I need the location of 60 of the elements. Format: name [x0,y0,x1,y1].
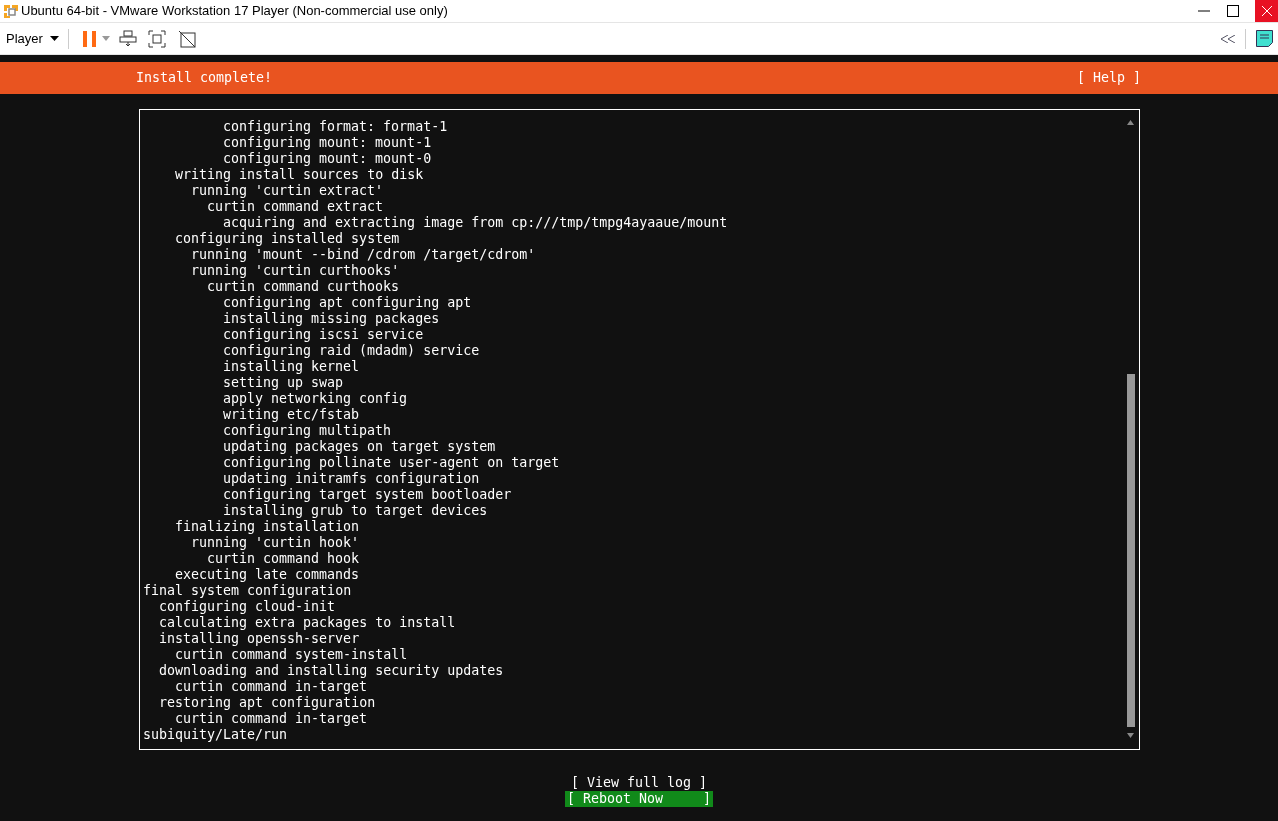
log-line: configuring raid (mdadm) service [223,343,480,359]
log-line: configuring apt configuring apt [223,295,472,311]
log-line: installing openssh-server [159,631,360,647]
maximize-icon[interactable] [1227,5,1239,17]
log-line: acquiring and extracting image from cp:///tmp/tmpg4ayaaue/mount [223,215,728,231]
log-line: curtin command in-target [175,711,368,727]
log-line: finalizing installation [175,519,360,535]
log-line: running 'curtin hook' [191,535,360,551]
log-line: running 'curtin extract' [191,183,384,199]
window-title: Ubuntu 64-bit - VMware Workstation 17 Player (Non-commercial use only) [21,2,448,21]
scroll-down-icon[interactable] [1126,731,1135,740]
close-icon[interactable] [1261,6,1272,16]
log-line: curtin command extract [207,199,384,215]
log-line: configuring cloud-init [159,599,336,615]
log-line: final system configuration [143,583,352,599]
log-line: configuring format: format-1 [223,119,448,135]
log-line: executing late commands [175,567,360,583]
scrollbar[interactable] [1126,118,1135,740]
pause-icon[interactable] [82,30,97,47]
log-line: configuring multipath [223,423,392,439]
scrollbar-thumb[interactable] [1127,374,1135,727]
app-logo-icon [3,3,19,19]
log-line: setting up swap [223,375,344,391]
log-line: restoring apt configuration [159,695,376,711]
log-line: installing missing packages [223,311,440,327]
log-line: configuring mount: mount-1 [223,135,432,151]
log-line: installing grub to target devices [223,503,488,519]
scroll-up-icon[interactable] [1126,118,1135,127]
note-icon[interactable] [1256,30,1273,47]
player-menu[interactable]: Player [6,28,59,49]
log-line: configuring mount: mount-0 [223,151,432,167]
log-line: installing kernel [223,359,360,375]
log-line: calculating extra packages to install [159,615,456,631]
log-line: writing etc/fstab [223,407,360,423]
log-line: downloading and installing security updates [159,663,504,679]
network-icon[interactable] [118,29,137,48]
log-line: updating initramfs configuration [223,471,480,487]
menu-button[interactable]: [ View full log ] [568,775,710,791]
log-line: apply networking config [223,391,408,407]
log-line: writing install sources to disk [175,167,424,183]
log-line: curtin command curthooks [207,279,400,295]
header-title: Install complete! [136,69,273,88]
log-line: configuring target system bootloader [223,487,512,503]
log-line: curtin command in-target [175,679,368,695]
collapse-icon[interactable] [1221,34,1235,43]
log-line: running 'mount --bind /cdrom /target/cdrom' [191,247,536,263]
log-line: configuring installed system [175,231,400,247]
log-line: configuring pollinate user-agent on target [223,455,560,471]
log-line: configuring iscsi service [223,327,424,343]
log-line: subiquity/Late/run [143,727,288,743]
log-line: curtin command system-install [175,647,408,663]
menu-button[interactable]: [ Reboot Now ] [564,791,714,807]
caret-icon[interactable] [49,36,59,41]
log-line: curtin command hook [207,551,360,567]
fit-screen-icon[interactable] [147,29,166,48]
log-line: updating packages on target system [223,439,496,455]
close-button[interactable] [1255,0,1278,22]
help-button[interactable]: [ Help ] [1076,68,1141,88]
log-line: running 'curtin curthooks' [191,263,400,279]
unity-mode-icon[interactable] [177,29,196,48]
